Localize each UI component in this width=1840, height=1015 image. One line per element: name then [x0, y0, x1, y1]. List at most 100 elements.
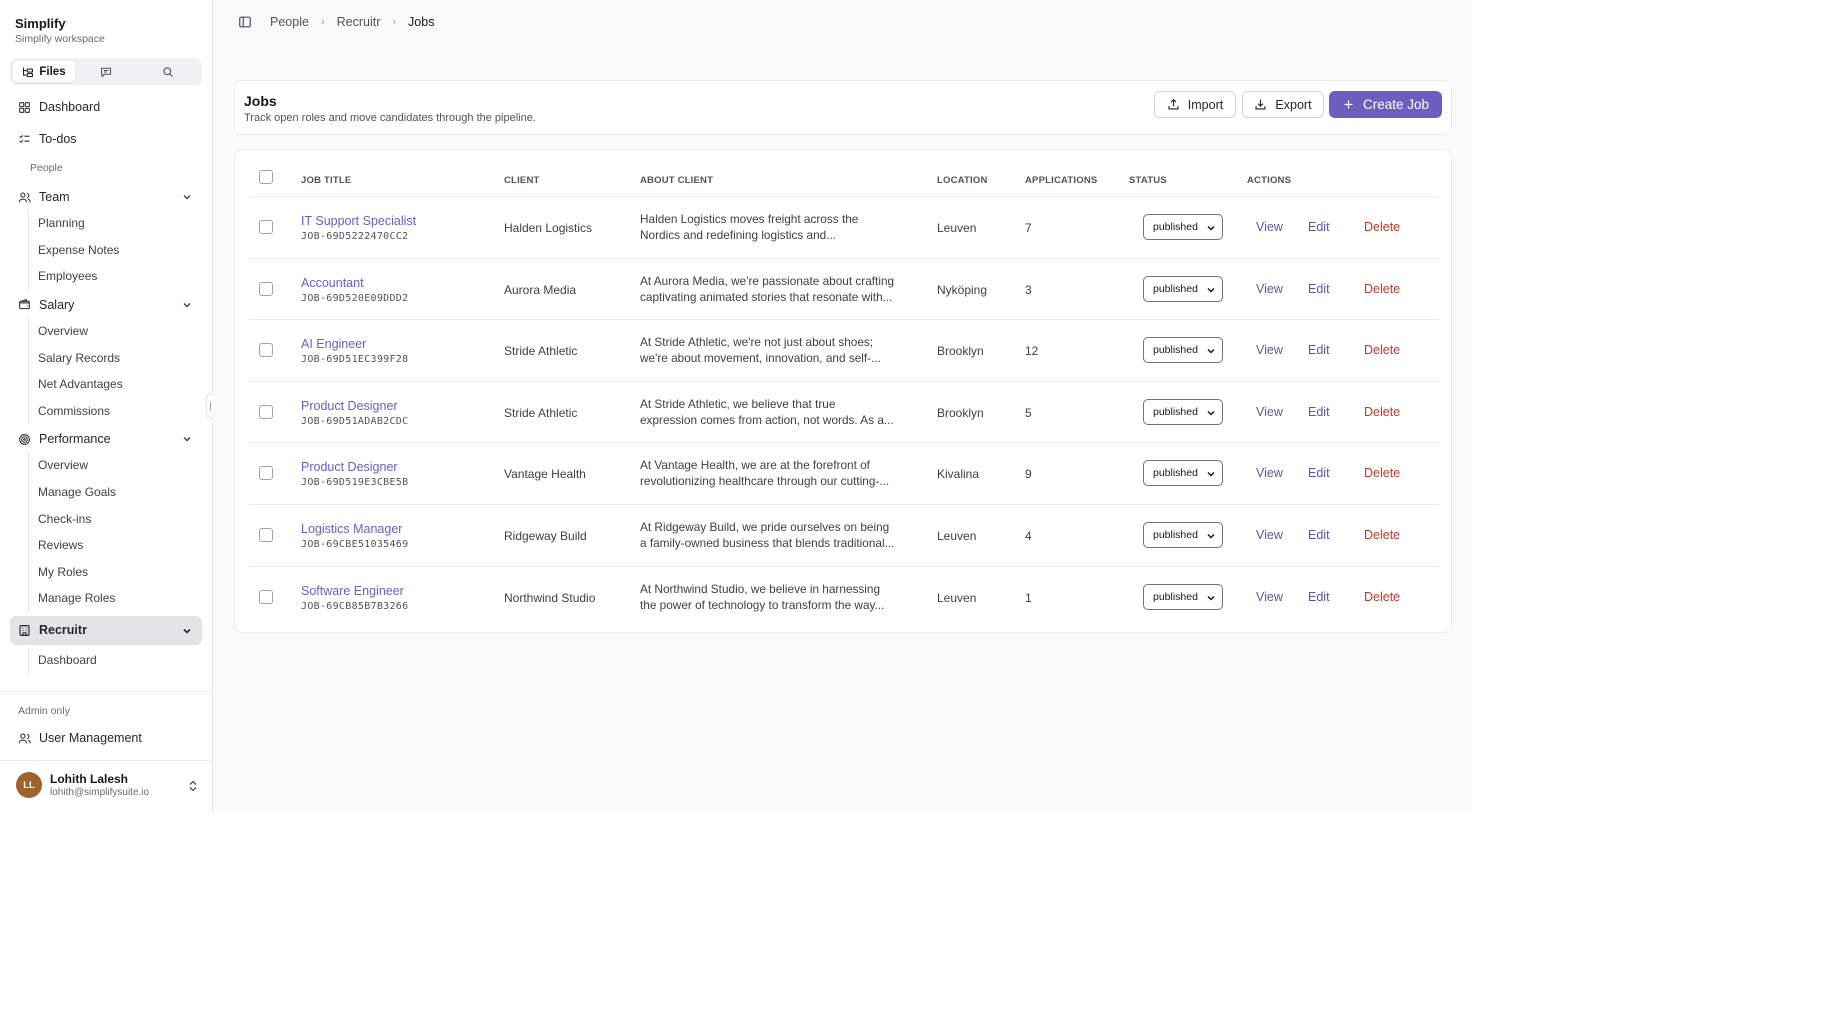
delete-button[interactable]: Delete	[1364, 590, 1400, 604]
folder-tree-icon	[23, 67, 34, 77]
sidebar-item-manage-goals[interactable]: Manage Goals	[38, 479, 202, 506]
row-checkbox[interactable]	[259, 589, 273, 604]
sidebar-item-employees[interactable]: Employees	[38, 263, 202, 290]
sidebar-divider	[0, 691, 213, 692]
job-id: JOB-69D519E3CBE5B	[301, 477, 409, 489]
sidebar-item-label: User Management	[39, 731, 142, 745]
view-button[interactable]: View	[1256, 528, 1283, 542]
edit-button[interactable]: Edit	[1308, 590, 1330, 604]
status-select[interactable]: published	[1143, 583, 1223, 610]
edit-button[interactable]: Edit	[1308, 282, 1330, 296]
sidebar-item-salary-overview[interactable]: Overview	[38, 318, 202, 345]
header-location[interactable]: LOCATION	[937, 175, 988, 186]
client-name: Stride Athletic	[504, 344, 578, 359]
export-button[interactable]: Export	[1242, 91, 1324, 118]
sidebar-section-performance[interactable]: Performance	[10, 426, 202, 452]
delete-button[interactable]: Delete	[1364, 528, 1400, 542]
view-button[interactable]: View	[1256, 405, 1283, 419]
row-checkbox[interactable]	[259, 404, 273, 419]
edit-button[interactable]: Edit	[1308, 405, 1330, 419]
status-select[interactable]: published	[1143, 214, 1223, 240]
header-applications[interactable]: APPLICATIONS	[1025, 175, 1097, 186]
view-button[interactable]: View	[1256, 220, 1283, 234]
header-client[interactable]: CLIENT	[504, 175, 540, 186]
sidebar-item-check-ins[interactable]: Check-ins	[38, 505, 202, 532]
sidebar-item-planning[interactable]: Planning	[38, 210, 202, 237]
row-checkbox[interactable]	[259, 281, 273, 296]
delete-button[interactable]: Delete	[1364, 405, 1400, 419]
row-checkbox[interactable]	[259, 466, 273, 481]
create-job-button[interactable]: Create Job	[1329, 91, 1442, 118]
job-location: Leuven	[937, 529, 977, 543]
import-label: Import	[1187, 97, 1224, 112]
job-title-link[interactable]: AI Engineer	[301, 337, 366, 351]
chevron-right-icon: ›	[320, 16, 325, 28]
brand[interactable]: Simplify Simplify workspace	[15, 16, 105, 45]
chevron-down-icon	[183, 195, 191, 200]
status-select[interactable]: published	[1143, 522, 1223, 548]
delete-button[interactable]: Delete	[1364, 343, 1400, 357]
chevron-down-icon	[1207, 349, 1215, 354]
edit-button[interactable]: Edit	[1308, 220, 1330, 234]
sidebar-item-salary-records[interactable]: Salary Records	[38, 344, 202, 371]
status-select[interactable]: published	[1143, 460, 1223, 487]
row-checkbox[interactable]	[259, 343, 273, 358]
chevron-down-icon	[1207, 410, 1215, 416]
sidebar-item-reviews[interactable]: Reviews	[38, 532, 202, 559]
status-select[interactable]: published	[1143, 275, 1223, 302]
user-profile-menu[interactable]: LL Lohith Lalesh lohith@simplifysuite.io	[16, 772, 198, 798]
view-button[interactable]: View	[1256, 466, 1283, 480]
header-about-client[interactable]: ABOUT CLIENT	[640, 175, 713, 186]
job-title-link[interactable]: Product Designer	[301, 399, 398, 413]
select-all-checkbox[interactable]	[259, 170, 273, 184]
edit-button[interactable]: Edit	[1308, 466, 1330, 480]
search-tab[interactable]	[137, 61, 199, 82]
job-title-link[interactable]: IT Support Specialist	[301, 214, 416, 228]
row-checkbox[interactable]	[259, 528, 273, 542]
users-icon	[18, 191, 31, 202]
about-client: At Stride Athletic, we're not just about…	[640, 335, 881, 366]
job-title-link[interactable]: Software Engineer	[301, 584, 404, 598]
sidebar-item-label: Dashboard	[39, 100, 101, 114]
files-tab[interactable]: Files	[13, 61, 75, 82]
import-button[interactable]: Import	[1154, 91, 1236, 118]
sidebar-item-user-management[interactable]: User Management	[18, 731, 142, 745]
sidebar-section-salary[interactable]: Salary	[10, 292, 202, 318]
breadcrumb-recruitr[interactable]: Recruitr	[337, 15, 381, 29]
delete-button[interactable]: Delete	[1364, 220, 1400, 234]
page-header-card: Jobs Track open roles and move candidate…	[234, 80, 1452, 135]
header-status[interactable]: STATUS	[1129, 175, 1167, 186]
job-title-link[interactable]: Accountant	[301, 276, 364, 290]
status-select[interactable]: published	[1143, 398, 1223, 425]
sidebar-item-net-advantages[interactable]: Net Advantages	[38, 371, 202, 398]
job-id: JOB-69D51EC399F28	[301, 354, 409, 366]
breadcrumb-people[interactable]: People	[270, 15, 309, 29]
view-button[interactable]: View	[1256, 343, 1283, 357]
sidebar-item-my-roles[interactable]: My Roles	[38, 559, 202, 586]
sidebar-item-expense-notes[interactable]: Expense Notes	[38, 237, 202, 264]
sidebar-item-dashboard[interactable]: Dashboard	[10, 94, 202, 120]
sidebar-item-performance-overview[interactable]: Overview	[38, 452, 202, 479]
job-title-link[interactable]: Product Designer	[301, 460, 398, 474]
sidebar-toggle-icon[interactable]	[238, 15, 252, 29]
table-row: AI Engineer JOB-69D51EC399F28 Stride Ath…	[249, 321, 1439, 382]
edit-button[interactable]: Edit	[1308, 343, 1330, 357]
sidebar-section-recruitr[interactable]: Recruitr	[10, 615, 202, 645]
edit-button[interactable]: Edit	[1308, 528, 1330, 542]
delete-button[interactable]: Delete	[1364, 466, 1400, 480]
upload-icon	[1168, 98, 1179, 110]
sidebar-item-manage-roles[interactable]: Manage Roles	[38, 585, 202, 612]
delete-button[interactable]: Delete	[1364, 282, 1400, 296]
view-button[interactable]: View	[1256, 282, 1283, 296]
job-title-link[interactable]: Logistics Manager	[301, 522, 402, 536]
about-client: At Northwind Studio, we believe in harne…	[640, 581, 885, 612]
chat-tab[interactable]	[75, 61, 137, 82]
sidebar-section-team[interactable]: Team	[10, 184, 202, 210]
sidebar-item-recruitr-dashboard[interactable]: Dashboard	[38, 647, 202, 674]
status-select[interactable]: published	[1143, 337, 1223, 364]
sidebar-item-commissions[interactable]: Commissions	[38, 398, 202, 425]
view-button[interactable]: View	[1256, 590, 1283, 604]
header-job-title[interactable]: JOB TITLE	[301, 175, 351, 186]
row-checkbox[interactable]	[259, 220, 273, 234]
sidebar-item-todos[interactable]: To-dos	[10, 126, 202, 152]
